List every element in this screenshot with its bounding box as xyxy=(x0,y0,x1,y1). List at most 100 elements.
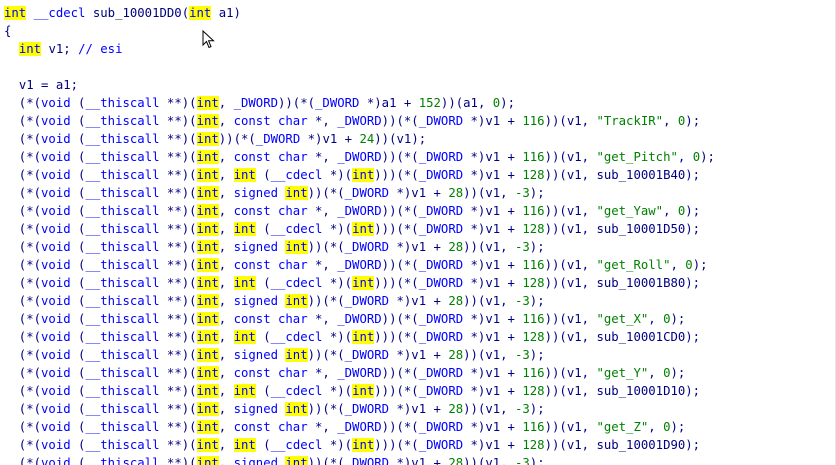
highlighted-keyword[interactable]: int xyxy=(352,222,375,236)
variable-name[interactable]: v1 xyxy=(485,258,500,272)
variable-name[interactable]: v1 xyxy=(485,366,500,380)
highlighted-keyword[interactable]: int xyxy=(196,330,219,344)
function-name[interactable]: sub_10001DD0 xyxy=(93,6,182,20)
highlighted-keyword[interactable]: int xyxy=(285,402,308,416)
code-line[interactable]: (*(void (__thiscall **)(int, _DWORD))(*(… xyxy=(4,94,715,112)
variable-name[interactable]: v1 xyxy=(567,384,582,398)
highlighted-keyword[interactable]: int xyxy=(196,258,219,272)
code-line[interactable]: (*(void (__thiscall **)(int, int (__cdec… xyxy=(4,274,715,292)
highlighted-keyword[interactable]: int xyxy=(196,132,219,146)
code-line[interactable]: (*(void (__thiscall **)(int, int (__cdec… xyxy=(4,436,715,454)
variable-name[interactable]: v1 xyxy=(485,114,500,128)
variable-name[interactable]: v1 xyxy=(567,312,582,326)
code-line[interactable]: (*(void (__thiscall **)(int, signed int)… xyxy=(4,238,715,256)
highlighted-keyword[interactable]: int xyxy=(196,456,219,465)
code-line[interactable]: (*(void (__thiscall **)(int, signed int)… xyxy=(4,184,715,202)
code-line[interactable]: (*(void (__thiscall **)(int, const char … xyxy=(4,148,715,166)
function-name[interactable]: sub_10001B80 xyxy=(596,276,685,290)
variable-name[interactable]: v1 xyxy=(567,438,582,452)
highlighted-keyword[interactable]: int xyxy=(196,384,219,398)
function-name[interactable]: sub_10001B40 xyxy=(596,168,685,182)
variable-name[interactable]: a1 xyxy=(382,96,397,110)
highlighted-keyword[interactable]: int xyxy=(196,222,219,236)
variable-name[interactable]: v1 xyxy=(485,348,500,362)
code-line[interactable]: (*(void (__thiscall **)(int, signed int)… xyxy=(4,400,715,418)
code-line[interactable]: (*(void (__thiscall **)(int, const char … xyxy=(4,202,715,220)
code-line[interactable]: (*(void (__thiscall **)(int, int (__cdec… xyxy=(4,328,715,346)
code-line[interactable]: int v1; // esi xyxy=(4,40,715,58)
variable-name[interactable]: v1 xyxy=(411,402,426,416)
highlighted-keyword[interactable]: int xyxy=(233,222,256,236)
variable-name[interactable]: v1 xyxy=(567,150,582,164)
variable-name[interactable]: v1 xyxy=(485,420,500,434)
highlighted-keyword[interactable]: int xyxy=(18,42,42,56)
variable-name[interactable]: v1 xyxy=(322,132,337,146)
variable-name[interactable]: v1 xyxy=(485,168,500,182)
variable-name[interactable]: a1 xyxy=(463,96,478,110)
code-line[interactable]: (*(void (__thiscall **)(int, const char … xyxy=(4,256,715,274)
highlighted-keyword[interactable]: int xyxy=(196,420,219,434)
variable-name[interactable]: v1 xyxy=(567,366,582,380)
variable-name[interactable]: v1 xyxy=(485,222,500,236)
code-line[interactable]: v1 = a1; xyxy=(4,76,715,94)
highlighted-keyword[interactable]: int xyxy=(233,384,256,398)
code-line[interactable]: (*(void (__thiscall **)(int, signed int)… xyxy=(4,454,715,465)
variable-name[interactable]: v1 xyxy=(19,78,34,92)
variable-name[interactable]: v1 xyxy=(411,186,426,200)
variable-name[interactable]: v1 xyxy=(567,420,582,434)
highlighted-keyword[interactable]: int xyxy=(285,294,308,308)
highlighted-keyword[interactable]: int xyxy=(196,186,219,200)
code-line[interactable]: (*(void (__thiscall **)(int, signed int)… xyxy=(4,292,715,310)
highlighted-keyword[interactable]: int xyxy=(196,168,219,182)
variable-name[interactable]: v1 xyxy=(411,348,426,362)
highlighted-keyword[interactable]: int xyxy=(189,6,212,20)
highlighted-keyword[interactable]: int xyxy=(196,438,219,452)
highlighted-keyword[interactable]: int xyxy=(352,330,375,344)
highlighted-keyword[interactable]: int xyxy=(4,6,27,20)
code-line[interactable]: (*(void (__thiscall **)(int, int (__cdec… xyxy=(4,382,715,400)
variable-name[interactable]: v1 xyxy=(411,294,426,308)
highlighted-keyword[interactable]: int xyxy=(196,240,219,254)
function-name[interactable]: sub_10001D90 xyxy=(596,438,685,452)
code-line[interactable]: (*(void (__thiscall **)(int, int (__cdec… xyxy=(4,220,715,238)
highlighted-keyword[interactable]: int xyxy=(285,348,308,362)
variable-name[interactable]: v1 xyxy=(485,186,500,200)
code-line[interactable]: (*(void (__thiscall **)(int, const char … xyxy=(4,418,715,436)
variable-name[interactable]: v1 xyxy=(485,438,500,452)
variable-name[interactable]: v1 xyxy=(485,312,500,326)
variable-name[interactable]: v1 xyxy=(485,384,500,398)
code-line[interactable]: (*(void (__thiscall **)(int, const char … xyxy=(4,112,715,130)
function-name[interactable]: sub_10001CD0 xyxy=(596,330,685,344)
function-name[interactable]: sub_10001D50 xyxy=(596,222,685,236)
highlighted-keyword[interactable]: int xyxy=(196,294,219,308)
pseudocode-view[interactable]: int __cdecl sub_10001DD0(int a1){ int v1… xyxy=(0,0,836,465)
variable-name[interactable]: a1 xyxy=(56,78,71,92)
code-line[interactable]: (*(void (__thiscall **)(int, signed int)… xyxy=(4,346,715,364)
highlighted-keyword[interactable]: int xyxy=(285,240,308,254)
variable-name[interactable]: v1 xyxy=(485,402,500,416)
variable-name[interactable]: v1 xyxy=(485,204,500,218)
variable-name[interactable]: v1 xyxy=(48,42,63,56)
highlighted-keyword[interactable]: int xyxy=(352,276,375,290)
variable-name[interactable]: v1 xyxy=(567,330,582,344)
variable-name[interactable]: v1 xyxy=(485,240,500,254)
highlighted-keyword[interactable]: int xyxy=(285,186,308,200)
variable-name[interactable]: v1 xyxy=(567,258,582,272)
variable-name[interactable]: v1 xyxy=(567,222,582,236)
variable-name[interactable]: v1 xyxy=(567,276,582,290)
variable-name[interactable]: v1 xyxy=(411,240,426,254)
highlighted-keyword[interactable]: int xyxy=(233,276,256,290)
code-line[interactable]: int __cdecl sub_10001DD0(int a1) xyxy=(4,4,715,22)
variable-name[interactable]: v1 xyxy=(567,114,582,128)
highlighted-keyword[interactable]: int xyxy=(196,276,219,290)
highlighted-keyword[interactable]: int xyxy=(196,114,219,128)
code-line[interactable]: (*(void (__thiscall **)(int, int (__cdec… xyxy=(4,166,715,184)
variable-name[interactable]: v1 xyxy=(485,276,500,290)
highlighted-keyword[interactable]: int xyxy=(196,312,219,326)
highlighted-keyword[interactable]: int xyxy=(233,438,256,452)
code-line[interactable]: (*(void (__thiscall **)(int))(*(_DWORD *… xyxy=(4,130,715,148)
variable-name[interactable]: v1 xyxy=(567,168,582,182)
code-line[interactable]: (*(void (__thiscall **)(int, const char … xyxy=(4,364,715,382)
code-line[interactable]: { xyxy=(4,22,715,40)
variable-name[interactable]: v1 xyxy=(411,456,426,465)
